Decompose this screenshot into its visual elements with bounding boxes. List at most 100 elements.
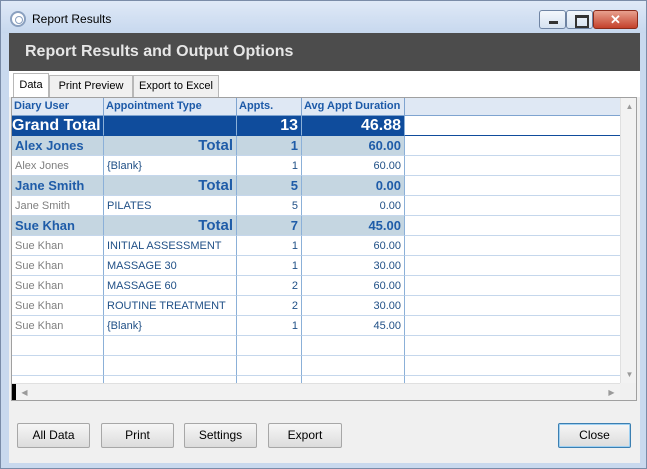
cell-appts: 1 (237, 236, 302, 256)
cell-type: ROUTINE TREATMENT (104, 296, 237, 316)
cell-appts: 1 (237, 156, 302, 176)
row-filler (405, 256, 620, 276)
cell-user: Sue Khan (12, 276, 104, 296)
scroll-down-icon[interactable]: ▼ (621, 366, 636, 383)
close-button[interactable]: Close (558, 423, 631, 448)
column-header-avg-appt-duration[interactable]: Avg Appt Duration (302, 98, 405, 116)
dialog-client-area: Report Results and Output Options Data P… (9, 33, 640, 463)
settings-button[interactable]: Settings (184, 423, 257, 448)
cell-avg: 30.00 (302, 256, 405, 276)
column-header-appointment-type[interactable]: Appointment Type (104, 98, 237, 116)
cell-user: Jane Smith (12, 196, 104, 216)
cell-appts: 5 (237, 176, 302, 196)
cell-type: PILATES (104, 196, 237, 216)
title-bar: Report Results ✕ (1, 1, 646, 33)
cell-appts: 2 (237, 276, 302, 296)
row-filler (405, 356, 620, 376)
empty-cell (104, 376, 237, 383)
empty-cell (104, 356, 237, 376)
cell-user: Alex Jones (12, 156, 104, 176)
maximize-button[interactable] (566, 10, 593, 29)
empty-cell (302, 376, 405, 383)
grand-total-row[interactable]: Grand Total 13 46.88 (12, 116, 620, 136)
tab-print-preview[interactable]: Print Preview (49, 75, 133, 97)
row-filler (405, 236, 620, 256)
empty-row (12, 336, 620, 356)
scrollbar-corner (620, 383, 636, 400)
export-button[interactable]: Export (268, 423, 342, 448)
row-filler (405, 296, 620, 316)
empty-cell (12, 336, 104, 356)
column-header-diary-user[interactable]: Diary User (12, 98, 104, 116)
data-grid[interactable]: Diary User Appointment Type Appts. Avg A… (11, 97, 637, 401)
empty-cell (302, 356, 405, 376)
cell-avg: 30.00 (302, 296, 405, 316)
grid-body: Diary User Appointment Type Appts. Avg A… (12, 98, 620, 383)
grand-total-appts: 13 (237, 116, 302, 136)
row-filler (405, 276, 620, 296)
empty-row (12, 376, 620, 383)
subtotal-row[interactable]: Jane Smith Total 5 0.00 (12, 176, 620, 196)
cell-avg: 0.00 (302, 176, 405, 196)
empty-cell (237, 376, 302, 383)
subtotal-row[interactable]: Sue Khan Total 7 45.00 (12, 216, 620, 236)
scroll-left-icon[interactable]: ◀ (16, 384, 33, 400)
cell-user: Alex Jones (12, 136, 104, 156)
table-row[interactable]: Sue Khan MASSAGE 30 1 30.00 (12, 256, 620, 276)
row-filler (405, 376, 620, 383)
cell-user: Jane Smith (12, 176, 104, 196)
empty-cell (12, 376, 104, 383)
row-filler (405, 316, 620, 336)
table-row[interactable]: Jane Smith PILATES 5 0.00 (12, 196, 620, 216)
empty-cell (104, 336, 237, 356)
cell-user: Sue Khan (12, 236, 104, 256)
row-filler (405, 136, 620, 156)
tab-data[interactable]: Data (13, 73, 49, 97)
table-row[interactable]: Alex Jones {Blank} 1 60.00 (12, 156, 620, 176)
window-title: Report Results (32, 12, 112, 26)
cell-type: MASSAGE 60 (104, 276, 237, 296)
tab-export-to-excel[interactable]: Export to Excel (133, 75, 219, 97)
table-row[interactable]: Sue Khan ROUTINE TREATMENT 2 30.00 (12, 296, 620, 316)
vertical-scrollbar[interactable]: ▲ ▼ (620, 98, 636, 383)
header-band: Report Results and Output Options (9, 33, 640, 71)
cell-avg: 60.00 (302, 236, 405, 256)
scroll-up-icon[interactable]: ▲ (621, 98, 636, 115)
subtotal-row[interactable]: Alex Jones Total 1 60.00 (12, 136, 620, 156)
empty-cell (302, 336, 405, 356)
table-row[interactable]: Sue Khan MASSAGE 60 2 60.00 (12, 276, 620, 296)
minimize-button[interactable] (539, 10, 566, 29)
cell-type: INITIAL ASSESSMENT (104, 236, 237, 256)
page-title: Report Results and Output Options (25, 43, 294, 60)
cell-avg: 45.00 (302, 316, 405, 336)
close-x-icon: ✕ (610, 12, 621, 27)
horizontal-scrollbar[interactable]: ◀ ▶ (12, 383, 620, 400)
cell-appts: 1 (237, 136, 302, 156)
table-row[interactable]: Sue Khan {Blank} 1 45.00 (12, 316, 620, 336)
row-filler (405, 156, 620, 176)
cell-type: MASSAGE 30 (104, 256, 237, 276)
column-header-blank (405, 98, 620, 116)
print-button[interactable]: Print (101, 423, 174, 448)
report-results-window: Report Results ✕ Report Results and Outp… (0, 0, 647, 469)
cell-type: {Blank} (104, 156, 237, 176)
cell-type: Total (104, 216, 237, 236)
grand-total-avg: 46.88 (302, 116, 405, 136)
cell-user: Sue Khan (12, 256, 104, 276)
empty-cell (12, 356, 104, 376)
column-header-appts[interactable]: Appts. (237, 98, 302, 116)
cell-avg: 0.00 (302, 196, 405, 216)
table-row[interactable]: Sue Khan INITIAL ASSESSMENT 1 60.00 (12, 236, 620, 256)
close-window-button[interactable]: ✕ (593, 10, 638, 29)
cell-type: {Blank} (104, 316, 237, 336)
scroll-right-icon[interactable]: ▶ (603, 384, 620, 400)
grand-total-filler (405, 116, 620, 136)
cell-avg: 60.00 (302, 136, 405, 156)
cell-appts: 1 (237, 316, 302, 336)
cell-appts: 5 (237, 196, 302, 216)
grand-total-label: Grand Total (12, 116, 104, 136)
row-filler (405, 336, 620, 356)
all-data-button[interactable]: All Data (17, 423, 90, 448)
empty-cell (237, 336, 302, 356)
cell-user: Sue Khan (12, 216, 104, 236)
